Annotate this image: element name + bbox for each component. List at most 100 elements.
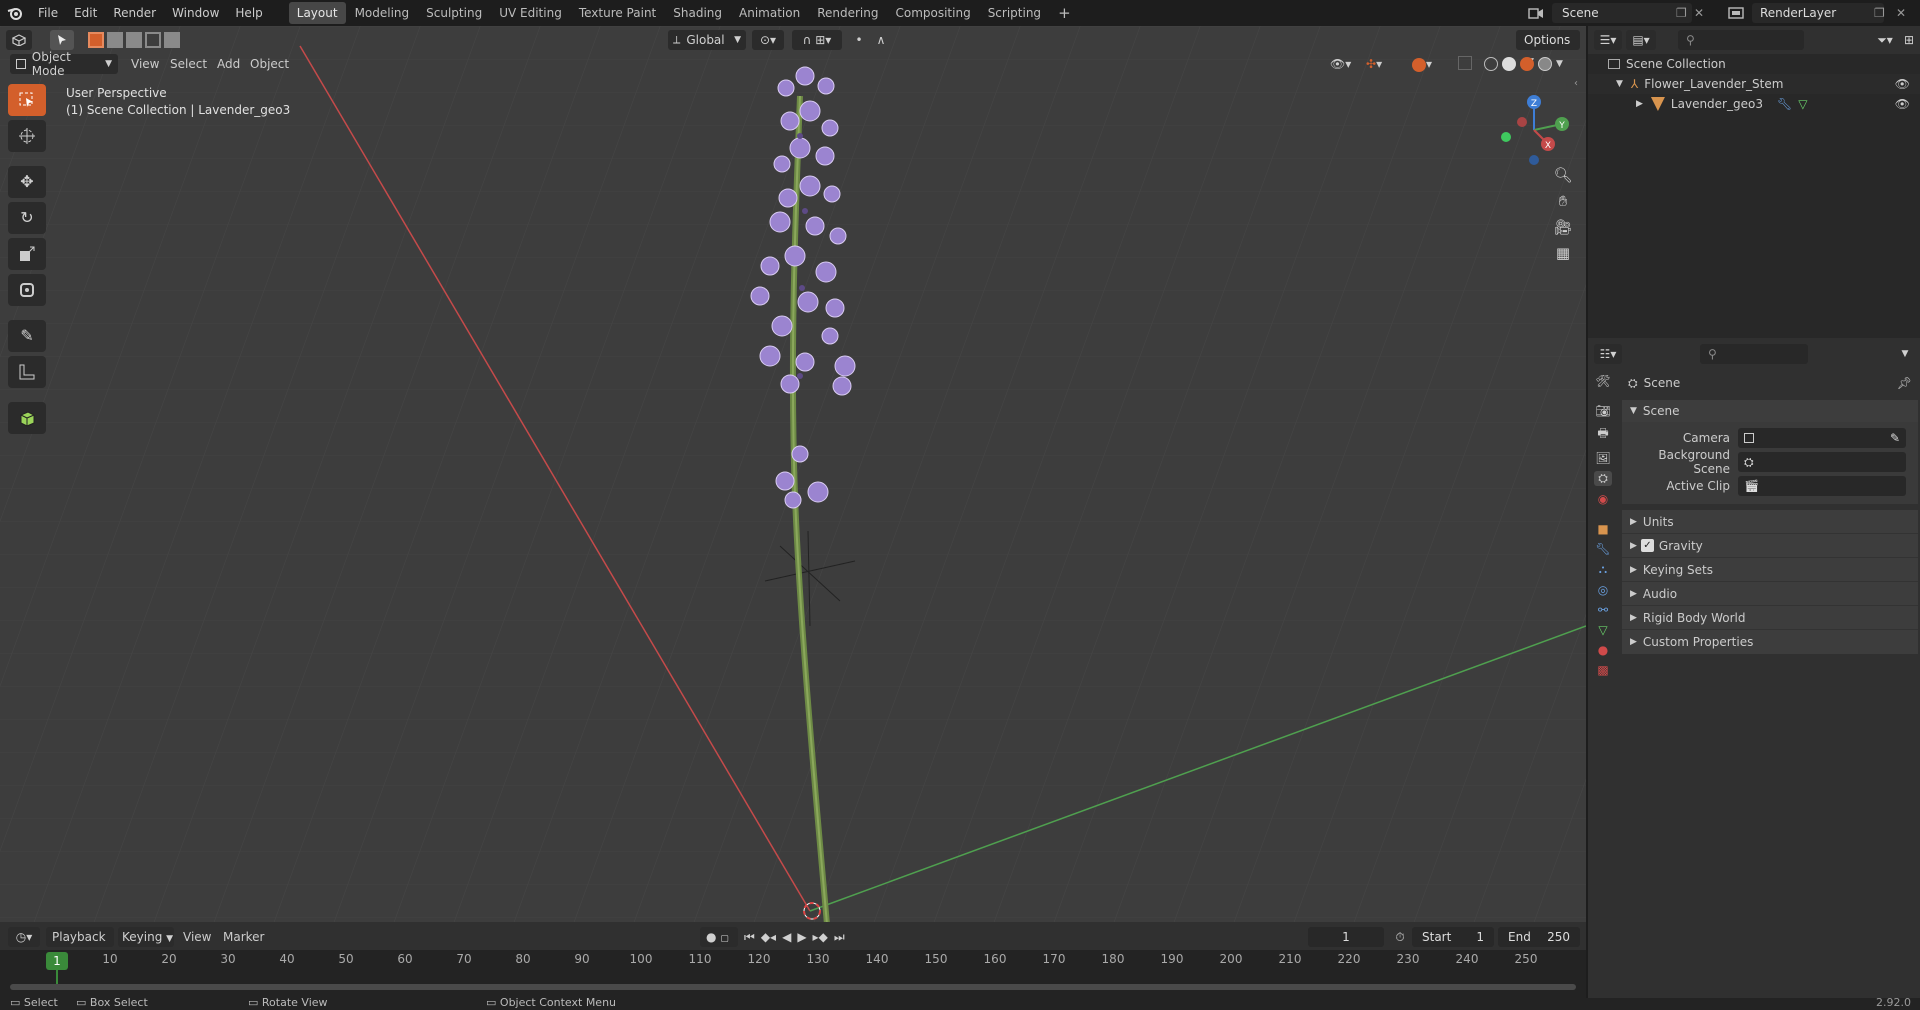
- playhead-frame[interactable]: 1: [46, 952, 68, 970]
- display-mode-icon[interactable]: ▤▾: [1626, 30, 1656, 50]
- annotate-tool-icon[interactable]: ✎: [8, 320, 46, 352]
- visibility-eye-icon[interactable]: 👁︎: [1895, 77, 1910, 91]
- subpanel-rigid-body-world[interactable]: ▶ Rigid Body World: [1622, 606, 1918, 630]
- current-frame-field[interactable]: 1: [1308, 927, 1384, 947]
- rendered-shading-icon[interactable]: [1538, 57, 1552, 71]
- chevron-down-icon[interactable]: ▼: [1896, 344, 1914, 364]
- workspace-tab-compositing[interactable]: Compositing: [887, 2, 978, 24]
- workspace-tab-layout[interactable]: Layout: [288, 2, 346, 24]
- new-collection-icon[interactable]: ⊞: [1900, 30, 1918, 50]
- jump-end-icon[interactable]: ⏭: [834, 930, 845, 945]
- outliner[interactable]: ☰▾ ▤▾ ⚲ ⏷▾ ⊞ Scene Collection ▼ ⅄ Flower…: [1588, 26, 1920, 338]
- particles-tab-icon[interactable]: ⛬: [1599, 562, 1607, 577]
- cursor-tool-icon[interactable]: [8, 120, 46, 152]
- properties-search-input[interactable]: ⚲: [1700, 344, 1808, 364]
- outliner-row-lavender-geo3[interactable]: ▶ Lavender_geo3 🔧︎ ▽ 👁︎: [1588, 94, 1920, 114]
- subpanel-units[interactable]: ▶ Units: [1622, 510, 1918, 534]
- wireframe-shading-icon[interactable]: [1484, 57, 1498, 71]
- start-frame-field[interactable]: Start 1: [1412, 927, 1494, 947]
- rotate-tool-icon[interactable]: ↻: [8, 202, 46, 234]
- menu-edit[interactable]: Edit: [66, 0, 105, 26]
- zoom-icon[interactable]: 🔍︎: [1553, 166, 1572, 184]
- visibility-toggle-icon[interactable]: 👁▾: [1330, 54, 1360, 74]
- view-layer-tab-icon[interactable]: 🖼︎: [1595, 451, 1610, 465]
- options-dropdown[interactable]: Options ▼: [1516, 30, 1580, 67]
- subpanel-custom-properties[interactable]: ▶ Custom Properties: [1622, 630, 1918, 654]
- workspace-tab-modeling[interactable]: Modeling: [347, 2, 418, 24]
- jump-next-keyframe-icon[interactable]: ▸◆: [813, 930, 828, 944]
- measure-tool-icon[interactable]: [8, 356, 46, 388]
- add-cube-tool-icon[interactable]: [8, 402, 46, 434]
- properties-editor[interactable]: ☷▾ ⚲ ▼ 🛠︎ 📷︎ 🖶 🖼︎ ⛭ ◉ ■ 🔧︎ ⛬ ◎ ⚯ ▽ ● ▩ ⛭…: [1588, 340, 1920, 1010]
- subpanel-audio[interactable]: ▶ Audio: [1622, 582, 1918, 606]
- scene-name-field[interactable]: Scene: [1552, 3, 1692, 23]
- timeline-editor[interactable]: ◷▾ Playback ▼ Keying ▼ View Marker ● ▢ ⏮…: [0, 924, 1586, 1000]
- workspace-tab-animation[interactable]: Animation: [731, 2, 808, 24]
- preview-range-icon[interactable]: ⏱: [1390, 927, 1410, 947]
- modifier-wrench-icon[interactable]: 🔧︎: [1777, 97, 1792, 111]
- physics-tab-icon[interactable]: ◎: [1598, 583, 1608, 597]
- add-workspace-button[interactable]: +: [1050, 2, 1079, 24]
- jump-prev-keyframe-icon[interactable]: ◆◂: [761, 930, 776, 944]
- close-scene-icon[interactable]: ✕: [1694, 3, 1710, 23]
- overlay-toggle-icon[interactable]: ▾: [1412, 54, 1448, 74]
- xray-toggle-icon[interactable]: [1458, 56, 1472, 70]
- outliner-row-flower-lavender-stem[interactable]: ▼ ⅄ Flower_Lavender_Stem 👁︎: [1588, 74, 1920, 94]
- constraints-tab-icon[interactable]: ⚯: [1598, 603, 1608, 617]
- properties-editor-type-icon[interactable]: ☷▾: [1594, 344, 1622, 364]
- workspace-tab-scripting[interactable]: Scripting: [980, 2, 1049, 24]
- sidebar-toggle-icon[interactable]: ‹: [1574, 78, 1578, 89]
- subpanel-gravity[interactable]: ▶ ✓ Gravity: [1622, 534, 1918, 558]
- material-shading-icon[interactable]: [1520, 57, 1534, 71]
- viewport-menu-object[interactable]: Object: [250, 57, 289, 71]
- view-layer-icon[interactable]: [1722, 3, 1750, 23]
- material-tab-icon[interactable]: ●: [1598, 643, 1608, 657]
- filter-icon[interactable]: ⏷▾: [1872, 30, 1898, 50]
- auto-keying-toggle[interactable]: ● ▢: [700, 927, 738, 947]
- output-tab-icon[interactable]: 🖶: [1597, 424, 1608, 445]
- object-mode-dropdown[interactable]: Object Mode ▼: [10, 50, 118, 78]
- select-extend-icon[interactable]: [107, 32, 123, 48]
- select-subtract-icon[interactable]: [126, 32, 142, 48]
- scale-tool-icon[interactable]: [8, 238, 46, 270]
- transform-orientation-dropdown[interactable]: ⟂ Global ▼: [668, 30, 746, 50]
- viewport-menu-add[interactable]: Add: [217, 57, 240, 71]
- view-layer-field[interactable]: RenderLayer: [1752, 3, 1884, 23]
- menu-render[interactable]: Render: [105, 0, 164, 26]
- mesh-data-icon[interactable]: ▽: [1798, 97, 1807, 111]
- texture-tab-icon[interactable]: ▩: [1597, 663, 1608, 677]
- copy-view-layer-icon[interactable]: ❐: [1874, 3, 1890, 23]
- viewport-menu-select[interactable]: Select: [170, 57, 207, 71]
- camera-field[interactable]: ✎: [1738, 428, 1906, 448]
- camera-view-icon[interactable]: 🎥︎: [1553, 218, 1572, 236]
- workspace-tab-rendering[interactable]: Rendering: [809, 2, 886, 24]
- snap-icon[interactable]: ∩ ⊞▾: [792, 30, 842, 50]
- menu-file[interactable]: File: [30, 0, 66, 26]
- render-tab-icon[interactable]: 📷︎: [1595, 404, 1610, 418]
- world-tab-icon[interactable]: ◉: [1598, 492, 1608, 506]
- active-clip-field[interactable]: 🎬︎: [1738, 476, 1906, 496]
- scene-panel-header[interactable]: ▼ Scene: [1622, 400, 1918, 422]
- timeline-editor-type-icon[interactable]: ◷▾: [8, 927, 40, 947]
- tool-select-cursor-icon[interactable]: [50, 30, 74, 50]
- end-frame-field[interactable]: End 250: [1498, 927, 1580, 947]
- play-reverse-icon[interactable]: ◀: [782, 930, 791, 944]
- copy-scene-icon[interactable]: ❐: [1676, 3, 1692, 23]
- outliner-root-row[interactable]: Scene Collection: [1588, 54, 1920, 74]
- jump-start-icon[interactable]: ⏮: [744, 930, 755, 945]
- chevron-down-icon[interactable]: ▼: [1556, 59, 1563, 69]
- 3d-viewport[interactable]: Object Mode ▼ View Select Add Object ⟂ G…: [0, 26, 1586, 922]
- eyedropper-icon[interactable]: ✎: [1890, 431, 1900, 445]
- outliner-search-input[interactable]: ⚲: [1678, 30, 1804, 50]
- gravity-checkbox[interactable]: ✓: [1640, 539, 1654, 552]
- gizmo-toggle-icon[interactable]: ✣▾: [1366, 54, 1402, 74]
- select-invert-icon[interactable]: [145, 32, 161, 48]
- perspective-toggle-icon[interactable]: ▦: [1556, 244, 1570, 262]
- menu-help[interactable]: Help: [227, 0, 270, 26]
- scene-selector-icon[interactable]: [1522, 3, 1550, 23]
- expand-arrow-icon[interactable]: ▶: [1636, 99, 1643, 109]
- solid-shading-icon[interactable]: [1502, 57, 1516, 71]
- workspace-tab-sculpting[interactable]: Sculpting: [418, 2, 490, 24]
- proportional-edit-icon[interactable]: •: [848, 30, 870, 50]
- workspace-tab-shading[interactable]: Shading: [665, 2, 730, 24]
